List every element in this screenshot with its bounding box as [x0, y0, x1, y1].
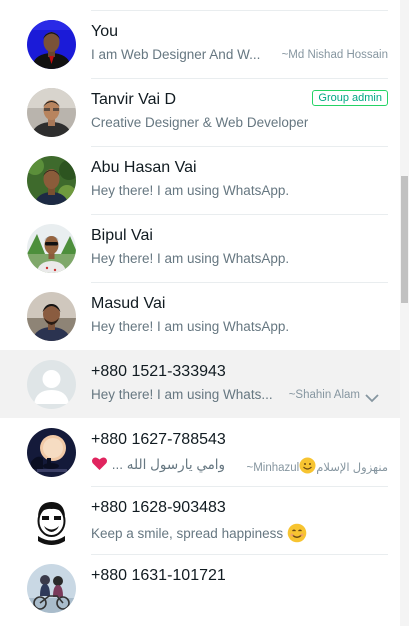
participant-row-1628-903483[interactable]: +880 1628-903483 Keep a smile, spread ha…	[0, 486, 400, 555]
participant-row-bipul[interactable]: Bipul Vai Hey there! I am using WhatsApp…	[0, 214, 400, 283]
participant-status: Hey there! I am using WhatsApp.	[91, 251, 290, 266]
participant-pushname: ~Minhazul منهزول الإسلام	[246, 457, 388, 474]
avatar	[27, 292, 76, 341]
participant-status: Keep a smile, spread happiness	[91, 523, 307, 543]
smile-emoji	[287, 523, 307, 543]
participant-status: وامي يارسول الله ...	[91, 455, 225, 473]
chevron-down-icon[interactable]	[365, 390, 379, 408]
scrollbar-thumb[interactable]	[401, 176, 408, 303]
participant-name: +880 1521-333943	[91, 363, 226, 380]
avatar	[27, 20, 76, 69]
avatar	[27, 428, 76, 477]
participant-status: Hey there! I am using WhatsApp.	[91, 319, 290, 334]
participant-name: +880 1627-788543	[91, 431, 226, 448]
default-avatar-icon	[27, 360, 76, 409]
participant-row-1627-788543[interactable]: +880 1627-788543 وامي يارسول الله ... ~M…	[0, 418, 400, 487]
participant-name: Masud Vai	[91, 295, 166, 312]
avatar	[27, 496, 76, 545]
participant-row-abu-hasan[interactable]: Abu Hasan Vai Hey there! I am using What…	[0, 146, 400, 215]
participant-row-you[interactable]: You I am Web Designer And W... ~Md Nisha…	[0, 10, 400, 79]
group-participants-list: You I am Web Designer And W... ~Md Nisha…	[0, 0, 400, 626]
scrollbar[interactable]	[400, 0, 409, 626]
participant-name: +880 1631-101721	[91, 567, 226, 584]
group-admin-badge: Group admin	[312, 90, 388, 106]
avatar	[27, 156, 76, 205]
status-text: Keep a smile, spread happiness	[91, 526, 284, 541]
participant-pushname: ~Shahin Alam	[288, 389, 360, 401]
heart-emoji	[91, 455, 108, 472]
avatar	[27, 88, 76, 137]
participant-pushname: ~Md Nishad Hossain	[281, 49, 388, 61]
participant-row-1631-101721[interactable]: +880 1631-101721	[0, 554, 400, 622]
status-text: وامي يارسول الله ...	[111, 457, 226, 472]
participant-status: I am Web Designer And W...	[91, 47, 261, 62]
pushname-suffix: منهزول الإسلام	[316, 462, 388, 474]
participant-name: Tanvir Vai D	[91, 91, 177, 108]
participant-row-tanvir[interactable]: Tanvir Vai D Group admin Creative Design…	[0, 78, 400, 147]
participant-status: Creative Designer & Web Developer	[91, 115, 309, 130]
participant-name: You	[91, 23, 118, 40]
participant-name: +880 1628-903483	[91, 499, 226, 516]
participant-row-masud[interactable]: Masud Vai Hey there! I am using WhatsApp…	[0, 282, 400, 351]
participant-status: Hey there! I am using Whats...	[91, 387, 273, 402]
participant-status: Hey there! I am using WhatsApp.	[91, 183, 290, 198]
participant-row-1521-333943[interactable]: +880 1521-333943 Hey there! I am using W…	[0, 350, 400, 418]
avatar	[27, 224, 76, 273]
participant-name: Bipul Vai	[91, 227, 153, 244]
pushname-prefix: ~Minhazul	[246, 462, 300, 474]
participant-name: Abu Hasan Vai	[91, 159, 197, 176]
avatar	[27, 564, 76, 613]
smile-emoji	[299, 457, 316, 474]
